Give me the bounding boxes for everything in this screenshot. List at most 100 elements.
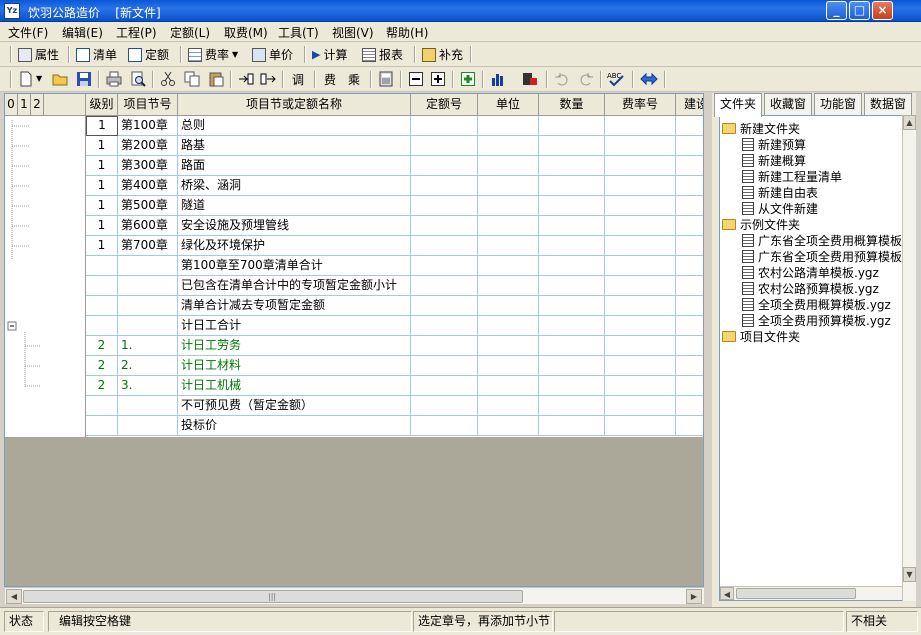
- cell-level[interactable]: 1: [86, 116, 118, 136]
- print-preview-icon[interactable]: [130, 71, 146, 87]
- cell-construction[interactable]: [676, 376, 703, 396]
- cell-rate-no[interactable]: [605, 316, 676, 336]
- table-row[interactable]: 第100章至700章清单合计: [5, 256, 703, 276]
- tree-level-0-button[interactable]: 0: [5, 94, 18, 116]
- cell-name[interactable]: 隧道: [178, 196, 411, 216]
- cell-name[interactable]: 绿化及环境保护: [178, 236, 411, 256]
- cell-unit[interactable]: [478, 336, 539, 356]
- column-header-code[interactable]: 项目节号: [118, 94, 178, 116]
- cell-construction[interactable]: [676, 336, 703, 356]
- cell-quantity[interactable]: [539, 216, 605, 236]
- tree-level-2-button[interactable]: 2: [31, 94, 44, 116]
- cut-icon[interactable]: [160, 71, 176, 87]
- scroll-left-icon[interactable]: ◀: [6, 589, 22, 604]
- rate-button[interactable]: 费率 ▼: [188, 46, 238, 63]
- cell-quantity[interactable]: [539, 376, 605, 396]
- cell-construction[interactable]: [676, 356, 703, 376]
- cell-construction[interactable]: [676, 136, 703, 156]
- cell-rate-no[interactable]: [605, 336, 676, 356]
- tune-button[interactable]: 调: [292, 71, 304, 88]
- cell-quantity[interactable]: [539, 136, 605, 156]
- cell-quota-no[interactable]: [411, 196, 478, 216]
- folder-item[interactable]: 项目文件夹: [722, 328, 800, 344]
- cell-level[interactable]: 1: [86, 136, 118, 156]
- cell-name[interactable]: 总则: [178, 116, 411, 136]
- cell-quantity[interactable]: [539, 196, 605, 216]
- file-item[interactable]: 农村公路清单模板.ygz: [742, 264, 879, 280]
- cell-code[interactable]: 第500章: [118, 196, 178, 216]
- column-header-level[interactable]: 级别: [86, 94, 118, 116]
- menu-tools[interactable]: 工具(T): [278, 24, 319, 41]
- table-row[interactable]: 2 3. 计日工机械: [5, 376, 703, 396]
- table-row[interactable]: 清单合计减去专项暂定金额: [5, 296, 703, 316]
- cell-name[interactable]: 计日工材料: [178, 356, 411, 376]
- tree-level-1-button[interactable]: 1: [18, 94, 31, 116]
- cell-construction[interactable]: [676, 156, 703, 176]
- cell-construction[interactable]: [676, 276, 703, 296]
- cell-code[interactable]: 第200章: [118, 136, 178, 156]
- cell-unit[interactable]: [478, 176, 539, 196]
- cell-name[interactable]: 第100章至700章清单合计: [178, 256, 411, 276]
- cell-quota-no[interactable]: [411, 256, 478, 276]
- table-row[interactable]: 投标价: [5, 416, 703, 436]
- cell-construction[interactable]: [676, 116, 703, 136]
- tab-folders[interactable]: 文件夹: [714, 93, 762, 117]
- cell-quantity[interactable]: [539, 156, 605, 176]
- cell-quantity[interactable]: [539, 416, 605, 436]
- new-file-icon[interactable]: [18, 71, 34, 87]
- cell-level[interactable]: 2: [86, 356, 118, 376]
- cell-rate-no[interactable]: [605, 256, 676, 276]
- cell-unit[interactable]: [478, 156, 539, 176]
- cell-quantity[interactable]: [539, 236, 605, 256]
- cell-code[interactable]: 2.: [118, 356, 178, 376]
- cell-code[interactable]: 第100章: [118, 116, 178, 136]
- cell-quota-no[interactable]: [411, 416, 478, 436]
- cell-quantity[interactable]: [539, 396, 605, 416]
- cell-unit[interactable]: [478, 256, 539, 276]
- file-item[interactable]: 广东省全项全费用预算模板.: [742, 248, 906, 264]
- cell-code[interactable]: 第400章: [118, 176, 178, 196]
- cell-quota-no[interactable]: [411, 376, 478, 396]
- column-header-quantity[interactable]: 数量: [539, 94, 605, 116]
- cell-level[interactable]: 1: [86, 156, 118, 176]
- cell-code[interactable]: [118, 276, 178, 296]
- tab-data[interactable]: 数据窗: [864, 93, 912, 115]
- expand-icon[interactable]: [430, 71, 446, 87]
- maximize-button[interactable]: □: [849, 1, 870, 20]
- cell-construction[interactable]: [676, 196, 703, 216]
- cell-level[interactable]: 1: [86, 236, 118, 256]
- scroll-down-icon[interactable]: ▼: [903, 567, 916, 582]
- column-header-rate-no[interactable]: 费率号: [605, 94, 676, 116]
- menu-help[interactable]: 帮助(H): [386, 24, 428, 41]
- column-header-unit[interactable]: 单位: [478, 94, 539, 116]
- cell-name[interactable]: 投标价: [178, 416, 411, 436]
- menu-view[interactable]: 视图(V): [332, 24, 374, 41]
- cell-name[interactable]: 路面: [178, 156, 411, 176]
- table-row[interactable]: 已包含在清单合计中的专项暂定金额小计: [5, 276, 703, 296]
- folder-item[interactable]: 新建文件夹: [722, 120, 800, 136]
- cell-quota-no[interactable]: [411, 176, 478, 196]
- cell-rate-no[interactable]: [605, 116, 676, 136]
- cell-unit[interactable]: [478, 416, 539, 436]
- file-item[interactable]: 全项全费用概算模板.ygz: [742, 296, 891, 312]
- cell-rate-no[interactable]: [605, 176, 676, 196]
- file-item[interactable]: 新建预算: [742, 136, 806, 152]
- cell-unit[interactable]: [478, 356, 539, 376]
- cell-name[interactable]: 桥梁、涵洞: [178, 176, 411, 196]
- table-row[interactable]: 1 第700章 绿化及环境保护: [5, 236, 703, 256]
- cell-construction[interactable]: [676, 316, 703, 336]
- cell-rate-no[interactable]: [605, 416, 676, 436]
- table-row[interactable]: 计日工合计: [5, 316, 703, 336]
- cell-code[interactable]: [118, 396, 178, 416]
- file-item[interactable]: 新建自由表: [742, 184, 818, 200]
- file-item[interactable]: 全项全费用预算模板.ygz: [742, 312, 891, 328]
- column-header-construction[interactable]: 建设: [676, 94, 703, 116]
- cell-code[interactable]: [118, 296, 178, 316]
- cell-quota-no[interactable]: [411, 236, 478, 256]
- cell-quantity[interactable]: [539, 176, 605, 196]
- calculator-icon[interactable]: [378, 71, 394, 87]
- cell-level[interactable]: [86, 276, 118, 296]
- report-button[interactable]: 报表: [362, 46, 403, 63]
- cell-code[interactable]: 第700章: [118, 236, 178, 256]
- cell-code[interactable]: [118, 316, 178, 336]
